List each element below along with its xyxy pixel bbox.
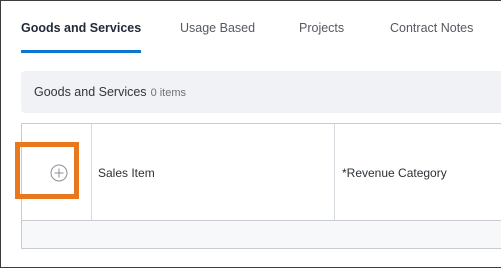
column-header-sales-item[interactable]: Sales Item xyxy=(92,124,335,220)
section-title-text: Goods and Services xyxy=(34,85,147,99)
item-count: 0 items xyxy=(150,87,187,99)
tab-contract-notes[interactable]: Contract Notes xyxy=(390,21,473,35)
active-tab-indicator xyxy=(21,50,141,53)
column-header-revenue-category[interactable]: *Revenue Category xyxy=(335,124,501,220)
section-header: Goods and Services 0 items xyxy=(21,71,501,113)
plus-circle-icon[interactable] xyxy=(50,164,68,182)
sales-item-label: Sales Item xyxy=(98,166,155,180)
add-row-cell xyxy=(22,124,92,220)
grid-header-row: Sales Item *Revenue Category xyxy=(22,124,501,221)
goods-services-grid: Sales Item *Revenue Category xyxy=(21,123,501,249)
tab-projects[interactable]: Projects xyxy=(299,21,344,35)
tab-goods-and-services[interactable]: Goods and Services xyxy=(21,21,141,35)
contract-lines-panel: Goods and Services Usage Based Projects … xyxy=(0,0,501,268)
revenue-category-label: *Revenue Category xyxy=(342,166,447,180)
tab-usage-based[interactable]: Usage Based xyxy=(180,21,255,35)
empty-grid-row xyxy=(22,221,501,248)
tab-bar: Goods and Services Usage Based Projects … xyxy=(1,1,501,55)
section-title: Goods and Services 0 items xyxy=(34,85,186,99)
